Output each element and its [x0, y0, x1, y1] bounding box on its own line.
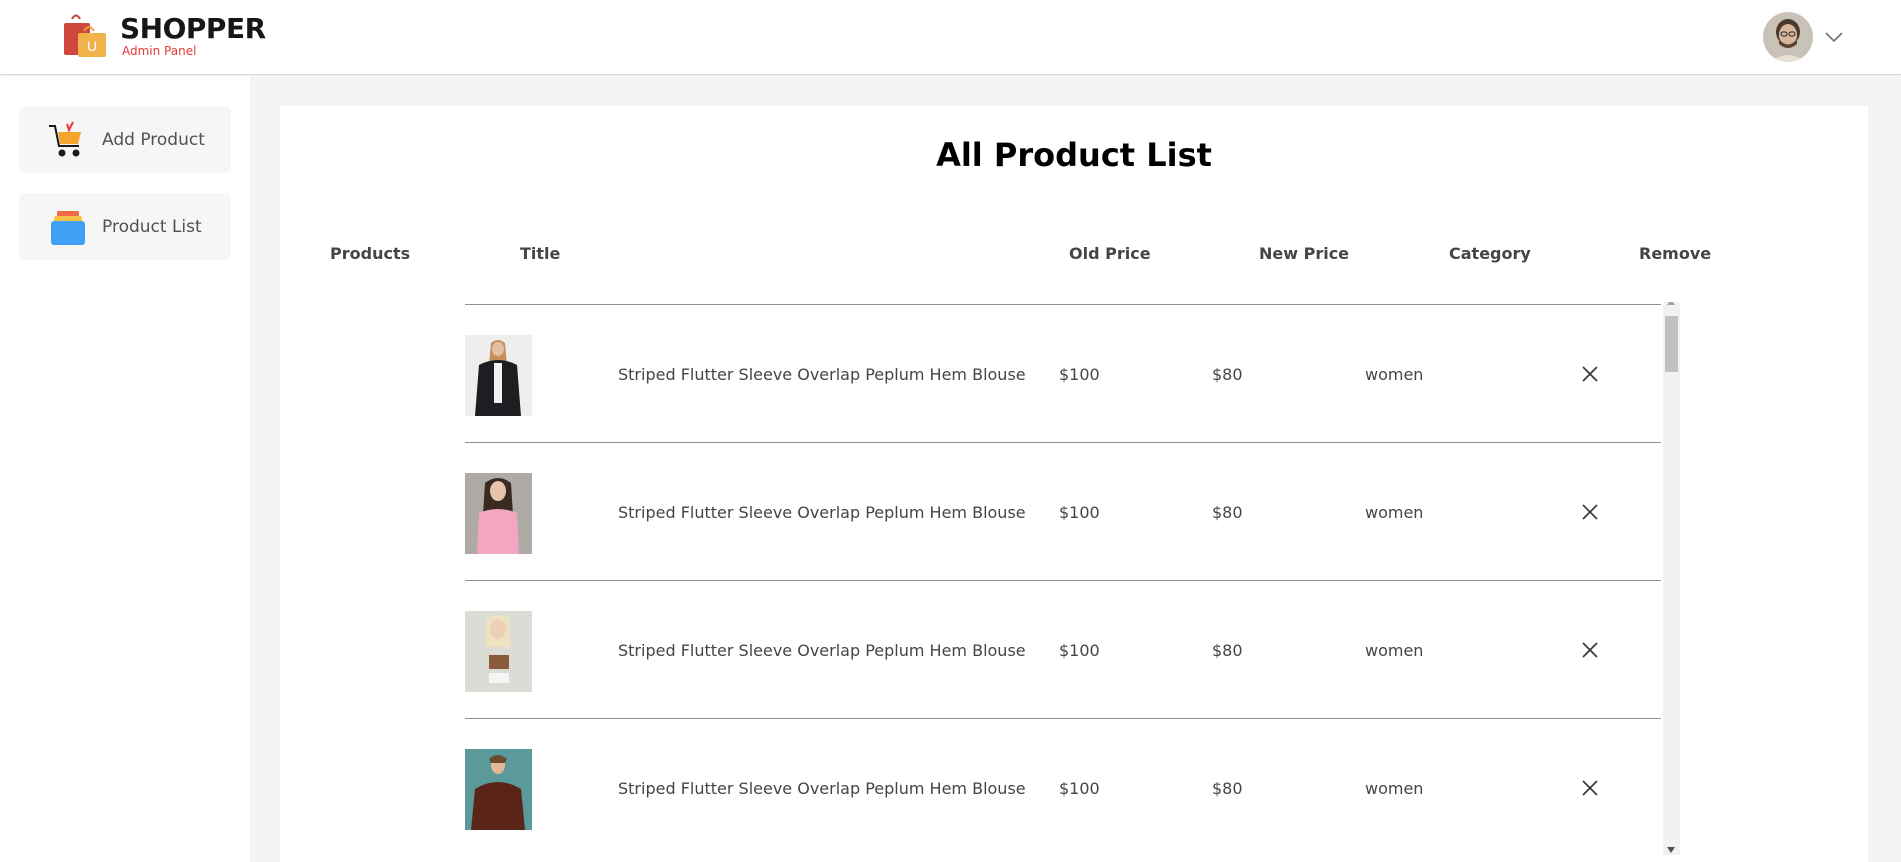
chevron-down-icon[interactable] [1823, 26, 1845, 48]
table-row: Striped Flutter Sleeve Overlap Peplum He… [465, 718, 1661, 856]
product-list[interactable]: Striped Flutter Sleeve Overlap Peplum He… [465, 302, 1685, 862]
product-image [465, 473, 532, 554]
product-image [465, 749, 532, 830]
product-category: women [1365, 779, 1424, 798]
product-title: Striped Flutter Sleeve Overlap Peplum He… [618, 641, 1026, 660]
main-content: All Product List Products Title Old Pric… [250, 76, 1901, 862]
table-row: Striped Flutter Sleeve Overlap Peplum He… [465, 442, 1661, 580]
product-new-price: $80 [1212, 779, 1243, 798]
table-row: Striped Flutter Sleeve Overlap Peplum He… [465, 580, 1661, 718]
scroll-down-arrow-icon[interactable] [1667, 847, 1675, 853]
product-old-price: $100 [1059, 365, 1100, 384]
scrollbar-thumb[interactable] [1665, 316, 1678, 372]
column-header-remove: Remove [1639, 244, 1712, 263]
close-icon[interactable] [1580, 778, 1600, 798]
product-old-price: $100 [1059, 503, 1100, 522]
close-icon[interactable] [1580, 640, 1600, 660]
sidebar-item-product-list[interactable]: Product List [19, 193, 231, 260]
page-title: All Product List [936, 136, 1212, 174]
sidebar: Add Product Product List [0, 76, 250, 862]
column-header-title: Title [520, 244, 561, 263]
sidebar-item-label: Add Product [102, 129, 205, 150]
scroll-up-arrow-icon[interactable] [1667, 302, 1675, 305]
column-header-old-price: Old Price [1069, 244, 1151, 263]
product-category: women [1365, 503, 1424, 522]
product-new-price: $80 [1212, 365, 1243, 384]
product-image [465, 335, 532, 416]
brand-name: SHOPPER [120, 12, 266, 45]
cart-icon [49, 121, 81, 156]
shopping-bag-icon: U [62, 13, 108, 57]
product-new-price: $80 [1212, 641, 1243, 660]
product-category: women [1365, 365, 1424, 384]
product-image [465, 611, 532, 692]
close-icon[interactable] [1580, 364, 1600, 384]
column-header-products: Products [330, 244, 411, 263]
column-header-new-price: New Price [1259, 244, 1350, 263]
sidebar-item-label: Product List [102, 216, 202, 237]
product-category: women [1365, 641, 1424, 660]
top-navbar: U SHOPPER Admin Panel [0, 0, 1901, 75]
column-header-category: Category [1449, 244, 1531, 263]
product-old-price: $100 [1059, 779, 1100, 798]
product-new-price: $80 [1212, 503, 1243, 522]
product-title: Striped Flutter Sleeve Overlap Peplum He… [618, 503, 1026, 522]
product-list-panel: All Product List Products Title Old Pric… [280, 106, 1868, 862]
sidebar-item-add-product[interactable]: Add Product [19, 106, 231, 173]
scrollbar[interactable] [1663, 302, 1680, 855]
profile-menu[interactable] [1763, 12, 1845, 62]
list-icon [51, 210, 85, 245]
avatar[interactable] [1763, 12, 1813, 62]
logo-letter: U [87, 38, 97, 54]
product-title: Striped Flutter Sleeve Overlap Peplum He… [618, 365, 1026, 384]
close-icon[interactable] [1580, 502, 1600, 522]
brand-subtitle: Admin Panel [122, 44, 197, 58]
table-row: Striped Flutter Sleeve Overlap Peplum He… [465, 304, 1661, 442]
product-title: Striped Flutter Sleeve Overlap Peplum He… [618, 779, 1026, 798]
product-old-price: $100 [1059, 641, 1100, 660]
logo[interactable]: U SHOPPER Admin Panel [62, 13, 266, 57]
